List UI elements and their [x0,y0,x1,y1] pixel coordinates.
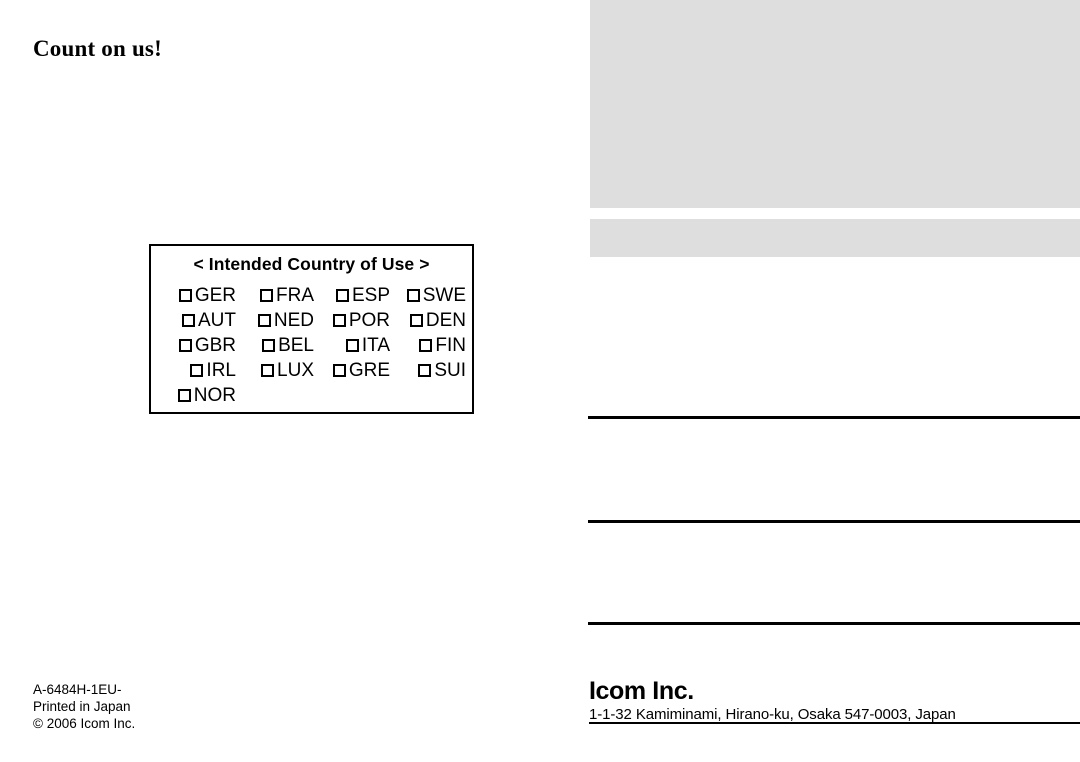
empty-checkbox-icon[interactable] [182,314,195,327]
empty-checkbox-icon[interactable] [332,314,346,327]
imprint-copyright: © 2006 Icom Inc. [33,716,136,731]
country-label: FIN [435,335,466,356]
country-item-gbr[interactable]: GBR [159,333,239,358]
empty-checkbox-icon[interactable] [406,289,420,302]
imprint-block: A-6484H-1EU- Printed in Japan © 2006 Ico… [33,681,135,732]
gray-panel-lower [590,219,1080,257]
empty-checkbox-icon[interactable] [190,364,204,377]
country-item-aut[interactable]: AUT [159,308,239,333]
country-label: SUI [434,360,466,381]
country-item-irl[interactable]: IRL [159,358,239,383]
country-item-fra[interactable]: FRA [239,283,317,308]
empty-checkbox-icon[interactable] [178,339,192,352]
empty-checkbox-icon[interactable] [418,364,432,377]
company-footer: Icom Inc. 1-1-32 Kamiminami, Hirano-ku, … [589,678,1080,724]
separator-rule-3 [588,622,1080,625]
country-label: POR [348,310,390,331]
country-item-bel[interactable]: BEL [239,333,317,358]
country-item-ita[interactable]: ITA [317,333,393,358]
country-item-lux[interactable]: LUX [239,358,317,383]
country-grid-spacer [393,383,469,408]
country-item-nor[interactable]: NOR [159,383,239,408]
company-name: Icom Inc. [589,677,694,705]
page-tagline: Count on us! [33,36,162,61]
intended-country-of-use-box: < Intended Country of Use > GER FRA ESP … [149,244,474,414]
country-grid-spacer [317,383,393,408]
imprint-document-code: A-6484H-1EU- [33,682,122,697]
empty-checkbox-icon[interactable] [335,289,349,302]
country-label: IRL [206,360,236,381]
country-label: AUT [198,310,236,331]
country-item-swe[interactable]: SWE [393,283,469,308]
country-item-ned[interactable]: NED [239,308,317,333]
country-item-gre[interactable]: GRE [317,358,393,383]
country-label: SWE [422,285,466,306]
country-label: ITA [361,335,390,356]
country-box-title: < Intended Country of Use > [193,254,430,274]
empty-checkbox-icon[interactable] [177,389,191,402]
gray-panel-upper [590,0,1080,208]
empty-checkbox-icon[interactable] [419,339,433,352]
country-item-fin[interactable]: FIN [393,333,469,358]
country-label: NOR [193,385,236,406]
empty-checkbox-icon[interactable] [409,314,423,327]
country-item-por[interactable]: POR [317,308,393,333]
separator-rule-1 [588,416,1080,419]
country-label: GRE [348,360,390,381]
empty-checkbox-icon[interactable] [178,289,192,302]
country-checkbox-grid: GER FRA ESP SWE AUT NED POR DEN GBR BEL … [151,283,472,408]
country-label: GER [194,285,236,306]
empty-checkbox-icon[interactable] [257,314,271,327]
country-label: FRA [276,285,314,306]
country-grid-spacer [239,383,317,408]
country-item-den[interactable]: DEN [393,308,469,333]
company-footer-underline [589,722,1080,724]
imprint-printed-in: Printed in Japan [33,699,131,714]
country-label: NED [273,310,314,331]
country-item-ger[interactable]: GER [159,283,239,308]
country-label: ESP [351,285,390,306]
empty-checkbox-icon[interactable] [260,289,273,302]
country-label: GBR [194,335,236,356]
empty-checkbox-icon[interactable] [262,339,276,352]
empty-checkbox-icon[interactable] [345,339,359,352]
empty-checkbox-icon[interactable] [261,364,275,377]
country-label: LUX [277,360,314,381]
page-root: { "page": { "tagline": "Count on us!", "… [0,0,1080,762]
country-item-esp[interactable]: ESP [317,283,393,308]
country-label: BEL [278,335,314,356]
separator-rule-2 [588,520,1080,523]
country-item-sui[interactable]: SUI [393,358,469,383]
country-label: DEN [425,310,466,331]
empty-checkbox-icon[interactable] [332,364,346,377]
